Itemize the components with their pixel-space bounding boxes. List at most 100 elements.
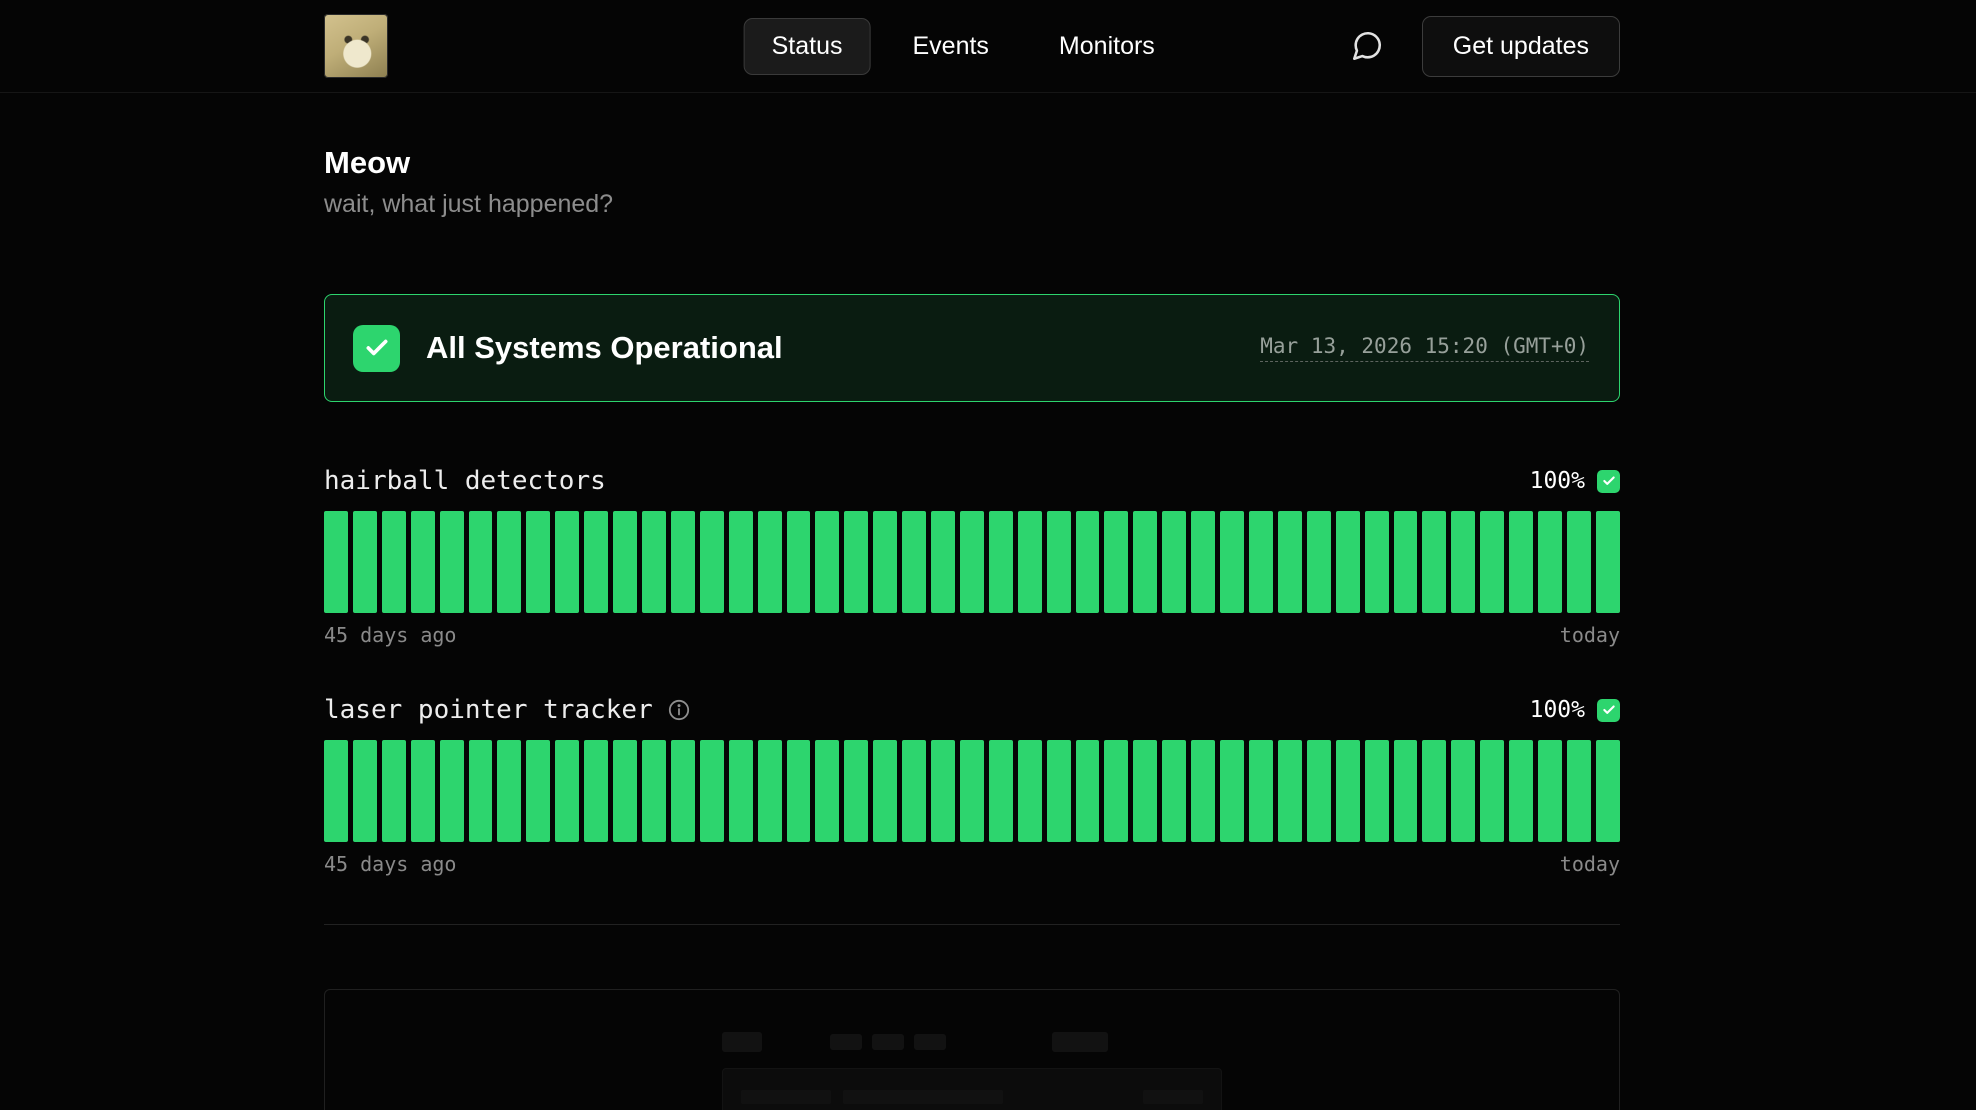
uptime-bar[interactable] — [1451, 740, 1475, 842]
uptime-bar[interactable] — [1307, 511, 1331, 613]
uptime-bar[interactable] — [671, 511, 695, 613]
uptime-bar[interactable] — [1509, 511, 1533, 613]
uptime-bar[interactable] — [1018, 740, 1042, 842]
uptime-bar[interactable] — [787, 511, 811, 613]
uptime-bar[interactable] — [1220, 740, 1244, 842]
uptime-bar[interactable] — [324, 740, 348, 842]
uptime-bar[interactable] — [497, 511, 521, 613]
home-logo-link[interactable] — [324, 14, 388, 78]
uptime-bar[interactable] — [1104, 511, 1128, 613]
uptime-bar[interactable] — [729, 740, 753, 842]
preview-nav-row — [722, 1032, 1222, 1052]
uptime-bar[interactable] — [671, 740, 695, 842]
uptime-bar[interactable] — [1538, 740, 1562, 842]
uptime-bar[interactable] — [729, 511, 753, 613]
uptime-bar[interactable] — [1336, 740, 1360, 842]
uptime-bar[interactable] — [469, 511, 493, 613]
uptime-bar[interactable] — [989, 511, 1013, 613]
uptime-bar[interactable] — [526, 740, 550, 842]
uptime-bar[interactable] — [902, 511, 926, 613]
uptime-bar[interactable] — [844, 740, 868, 842]
uptime-bar[interactable] — [1394, 511, 1418, 613]
uptime-bar[interactable] — [1162, 740, 1186, 842]
uptime-bar[interactable] — [787, 740, 811, 842]
uptime-bar[interactable] — [873, 740, 897, 842]
uptime-bar[interactable] — [989, 740, 1013, 842]
uptime-bar[interactable] — [353, 511, 377, 613]
uptime-bar[interactable] — [1480, 740, 1504, 842]
uptime-bar[interactable] — [1509, 740, 1533, 842]
uptime-bar[interactable] — [873, 511, 897, 613]
uptime-bar[interactable] — [960, 511, 984, 613]
tab-status[interactable]: Status — [744, 18, 871, 75]
uptime-bar[interactable] — [1076, 740, 1100, 842]
uptime-bar[interactable] — [1220, 511, 1244, 613]
uptime-bar[interactable] — [815, 740, 839, 842]
uptime-bar[interactable] — [844, 511, 868, 613]
uptime-bar[interactable] — [1047, 740, 1071, 842]
uptime-bar[interactable] — [1422, 740, 1446, 842]
uptime-bar[interactable] — [382, 740, 406, 842]
uptime-bar[interactable] — [902, 740, 926, 842]
uptime-bar[interactable] — [1278, 511, 1302, 613]
uptime-bar[interactable] — [1249, 740, 1273, 842]
uptime-bar[interactable] — [469, 740, 493, 842]
get-updates-button[interactable]: Get updates — [1422, 16, 1620, 77]
info-icon[interactable] — [667, 698, 691, 722]
uptime-bar[interactable] — [613, 740, 637, 842]
uptime-bar[interactable] — [642, 511, 666, 613]
uptime-bar[interactable] — [440, 740, 464, 842]
tab-monitors[interactable]: Monitors — [1031, 18, 1183, 75]
uptime-bar[interactable] — [555, 740, 579, 842]
uptime-bar[interactable] — [931, 740, 955, 842]
uptime-bar[interactable] — [700, 740, 724, 842]
uptime-bar[interactable] — [411, 740, 435, 842]
uptime-bar[interactable] — [1307, 740, 1331, 842]
uptime-bar[interactable] — [1133, 511, 1157, 613]
uptime-bar[interactable] — [584, 511, 608, 613]
uptime-bar[interactable] — [1538, 511, 1562, 613]
uptime-bar[interactable] — [497, 740, 521, 842]
uptime-bar[interactable] — [353, 740, 377, 842]
uptime-bar[interactable] — [1162, 511, 1186, 613]
uptime-bar[interactable] — [1047, 511, 1071, 613]
uptime-bar[interactable] — [1596, 511, 1620, 613]
uptime-bar[interactable] — [1133, 740, 1157, 842]
uptime-bar[interactable] — [758, 740, 782, 842]
uptime-bar[interactable] — [1394, 740, 1418, 842]
uptime-bar[interactable] — [642, 740, 666, 842]
uptime-bar[interactable] — [1076, 511, 1100, 613]
uptime-bar[interactable] — [382, 511, 406, 613]
uptime-bar[interactable] — [1567, 740, 1591, 842]
uptime-bar[interactable] — [1567, 511, 1591, 613]
uptime-bar[interactable] — [1278, 740, 1302, 842]
uptime-bar[interactable] — [815, 511, 839, 613]
uptime-bar[interactable] — [960, 740, 984, 842]
uptime-bar[interactable] — [1249, 511, 1273, 613]
uptime-bar[interactable] — [324, 511, 348, 613]
uptime-bar[interactable] — [1451, 511, 1475, 613]
uptime-bar[interactable] — [1018, 511, 1042, 613]
chat-button[interactable] — [1350, 29, 1384, 63]
uptime-bar[interactable] — [411, 511, 435, 613]
uptime-bar[interactable] — [1365, 740, 1389, 842]
uptime-bar[interactable] — [758, 511, 782, 613]
uptime-bar[interactable] — [1336, 511, 1360, 613]
uptime-bar[interactable] — [1480, 511, 1504, 613]
uptime-bar[interactable] — [1596, 740, 1620, 842]
uptime-bar[interactable] — [1191, 511, 1215, 613]
uptime-bar[interactable] — [1104, 740, 1128, 842]
status-timestamp[interactable]: Mar 13, 2026 15:20 (GMT+0) — [1260, 334, 1589, 362]
uptime-bar[interactable] — [700, 511, 724, 613]
uptime-bar[interactable] — [584, 740, 608, 842]
uptime-bar[interactable] — [1191, 740, 1215, 842]
uptime-bar[interactable] — [1365, 511, 1389, 613]
uptime-bar[interactable] — [555, 511, 579, 613]
uptime-bar[interactable] — [440, 511, 464, 613]
uptime-bar[interactable] — [931, 511, 955, 613]
uptime-bar[interactable] — [526, 511, 550, 613]
section-divider — [324, 924, 1620, 925]
tab-events[interactable]: Events — [884, 18, 1016, 75]
uptime-bar[interactable] — [1422, 511, 1446, 613]
uptime-bar[interactable] — [613, 511, 637, 613]
